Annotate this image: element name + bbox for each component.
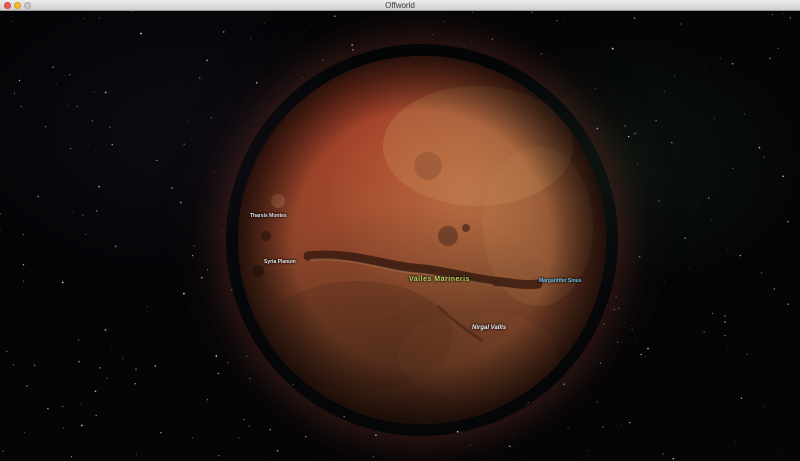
window-title: Offworld (385, 1, 415, 10)
map-label-valles-marineris[interactable]: Valles Marineris (409, 276, 470, 283)
mars-surface-detail (238, 56, 606, 424)
map-label-syria-planum[interactable]: Syria Planum (264, 259, 296, 265)
planet-view[interactable]: Tharsis Montes Syria Planum Valles Marin… (0, 11, 800, 461)
app-window: Offworld Tharsis Montes Syria Planum Val… (0, 0, 800, 461)
title-bar[interactable]: Offworld (0, 0, 800, 11)
space-viewport[interactable]: Tharsis Montes Syria Planum Valles Marin… (0, 11, 800, 461)
map-label-margaritifer-sinus[interactable]: Margaritifer Sinus (539, 278, 582, 284)
map-label-tharsis-montes[interactable]: Tharsis Montes (250, 213, 287, 219)
mars-globe[interactable] (238, 56, 606, 424)
map-label-nirgal-vallis[interactable]: Nirgal Vallis (472, 325, 506, 331)
